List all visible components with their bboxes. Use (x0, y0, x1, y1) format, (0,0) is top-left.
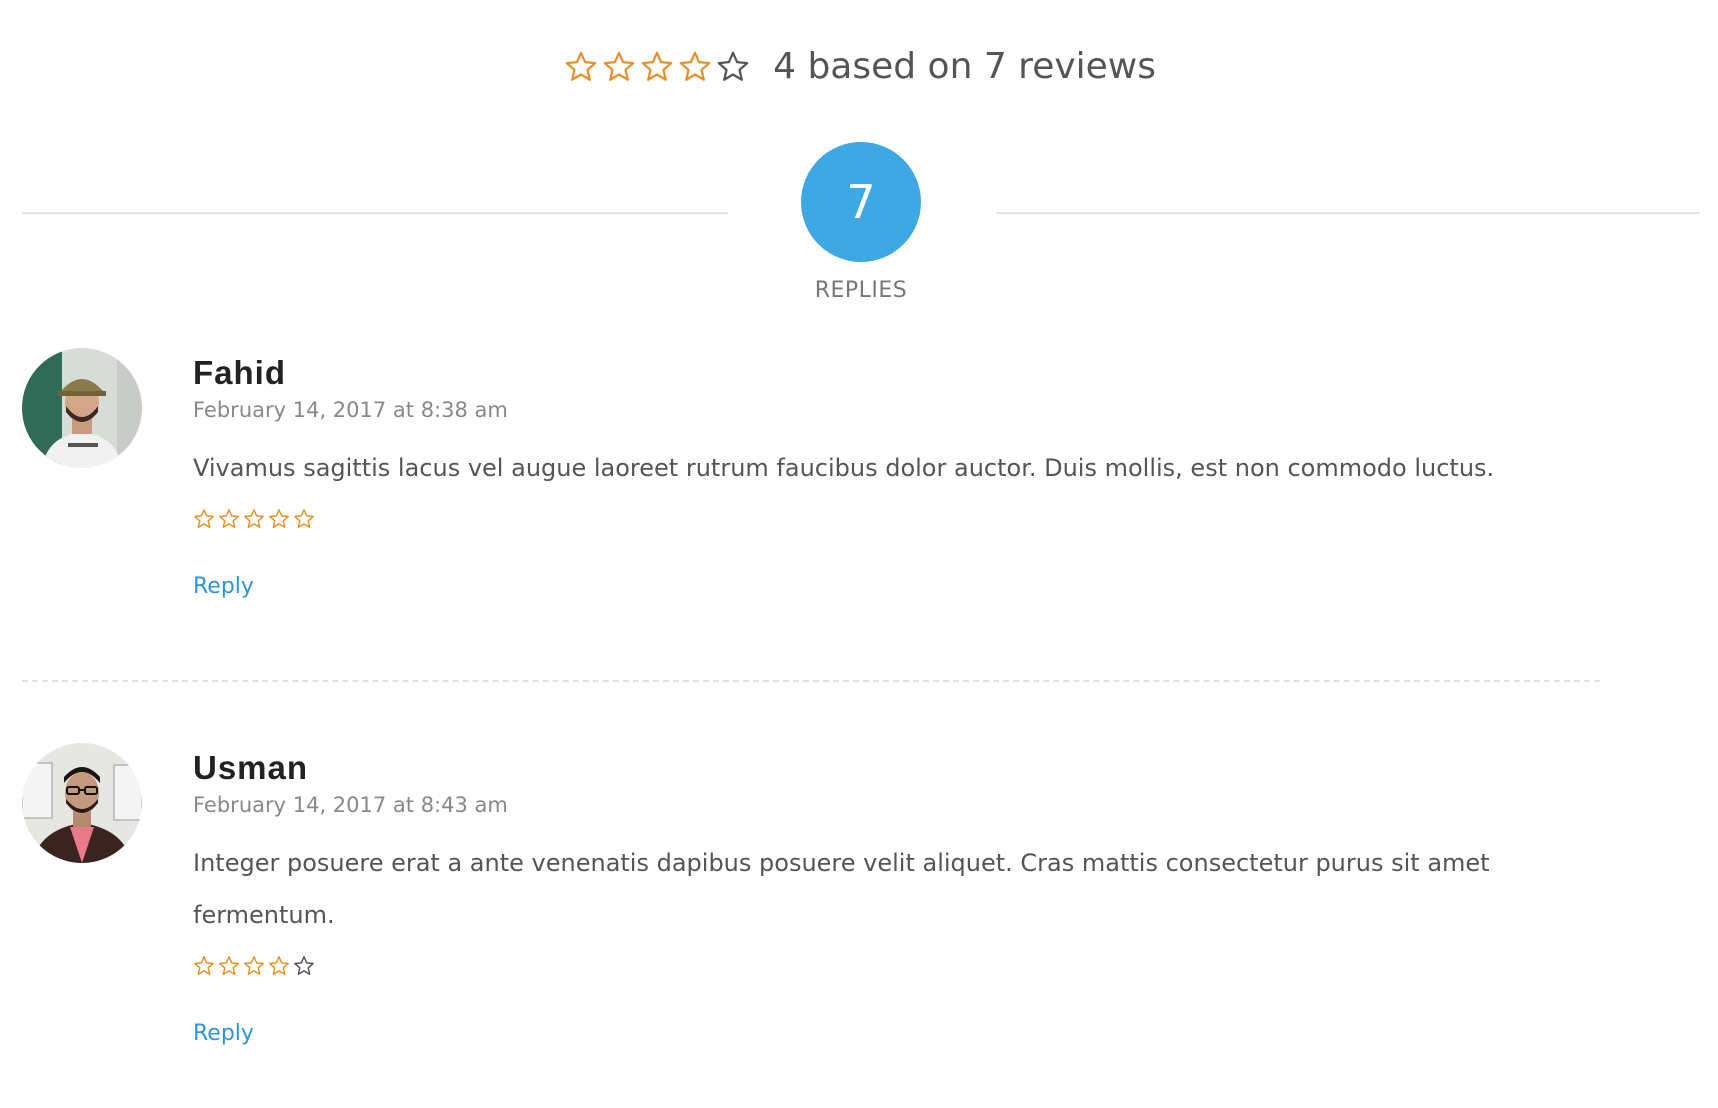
star-filled-icon (244, 956, 264, 975)
summary-stars (562, 50, 752, 84)
star-empty-icon (294, 956, 314, 975)
star-filled-icon (603, 51, 635, 81)
replies-label: REPLIES (814, 278, 908, 303)
star-filled-icon (269, 956, 289, 975)
replies-count-badge: 7 (801, 142, 921, 262)
rating-summary-text: 4 based on 7 reviews (773, 46, 1156, 87)
person-avatar-icon (22, 348, 142, 468)
star-filled-icon (219, 509, 239, 528)
star-filled-icon (294, 509, 314, 528)
star-empty-icon (717, 51, 749, 81)
divider-right (996, 212, 1700, 214)
star-filled-icon (679, 51, 711, 81)
comment-rating-stars (193, 508, 1533, 532)
avatar-usman (22, 743, 142, 863)
comment-rating-stars (193, 955, 1533, 979)
comment-separator (22, 680, 1600, 682)
star-filled-icon (565, 51, 597, 81)
star-filled-icon (219, 956, 239, 975)
rating-summary: 4 based on 7 reviews (0, 46, 1718, 87)
comment-date: February 14, 2017 at 8:43 am (193, 793, 508, 817)
divider-left (22, 212, 728, 214)
comment-author: Fahid (193, 354, 286, 391)
comment-author: Usman (193, 749, 309, 786)
person-avatar-icon (22, 743, 142, 863)
star-filled-icon (269, 509, 289, 528)
reply-link[interactable]: Reply (193, 1021, 254, 1046)
star-filled-icon (641, 51, 673, 81)
star-filled-icon (194, 509, 214, 528)
comment-text: Integer posuere erat a ante venenatis da… (193, 849, 1490, 929)
reply-link[interactable]: Reply (193, 574, 254, 599)
star-filled-icon (194, 956, 214, 975)
star-filled-icon (244, 509, 264, 528)
comment-text: Vivamus sagittis lacus vel augue laoreet… (193, 454, 1495, 482)
avatar-fahid (22, 348, 142, 468)
comment-date: February 14, 2017 at 8:38 am (193, 398, 508, 422)
comment-body: Fahid February 14, 2017 at 8:38 am Vivam… (193, 348, 1533, 599)
comment-body: Usman February 14, 2017 at 8:43 am Integ… (193, 743, 1533, 1046)
